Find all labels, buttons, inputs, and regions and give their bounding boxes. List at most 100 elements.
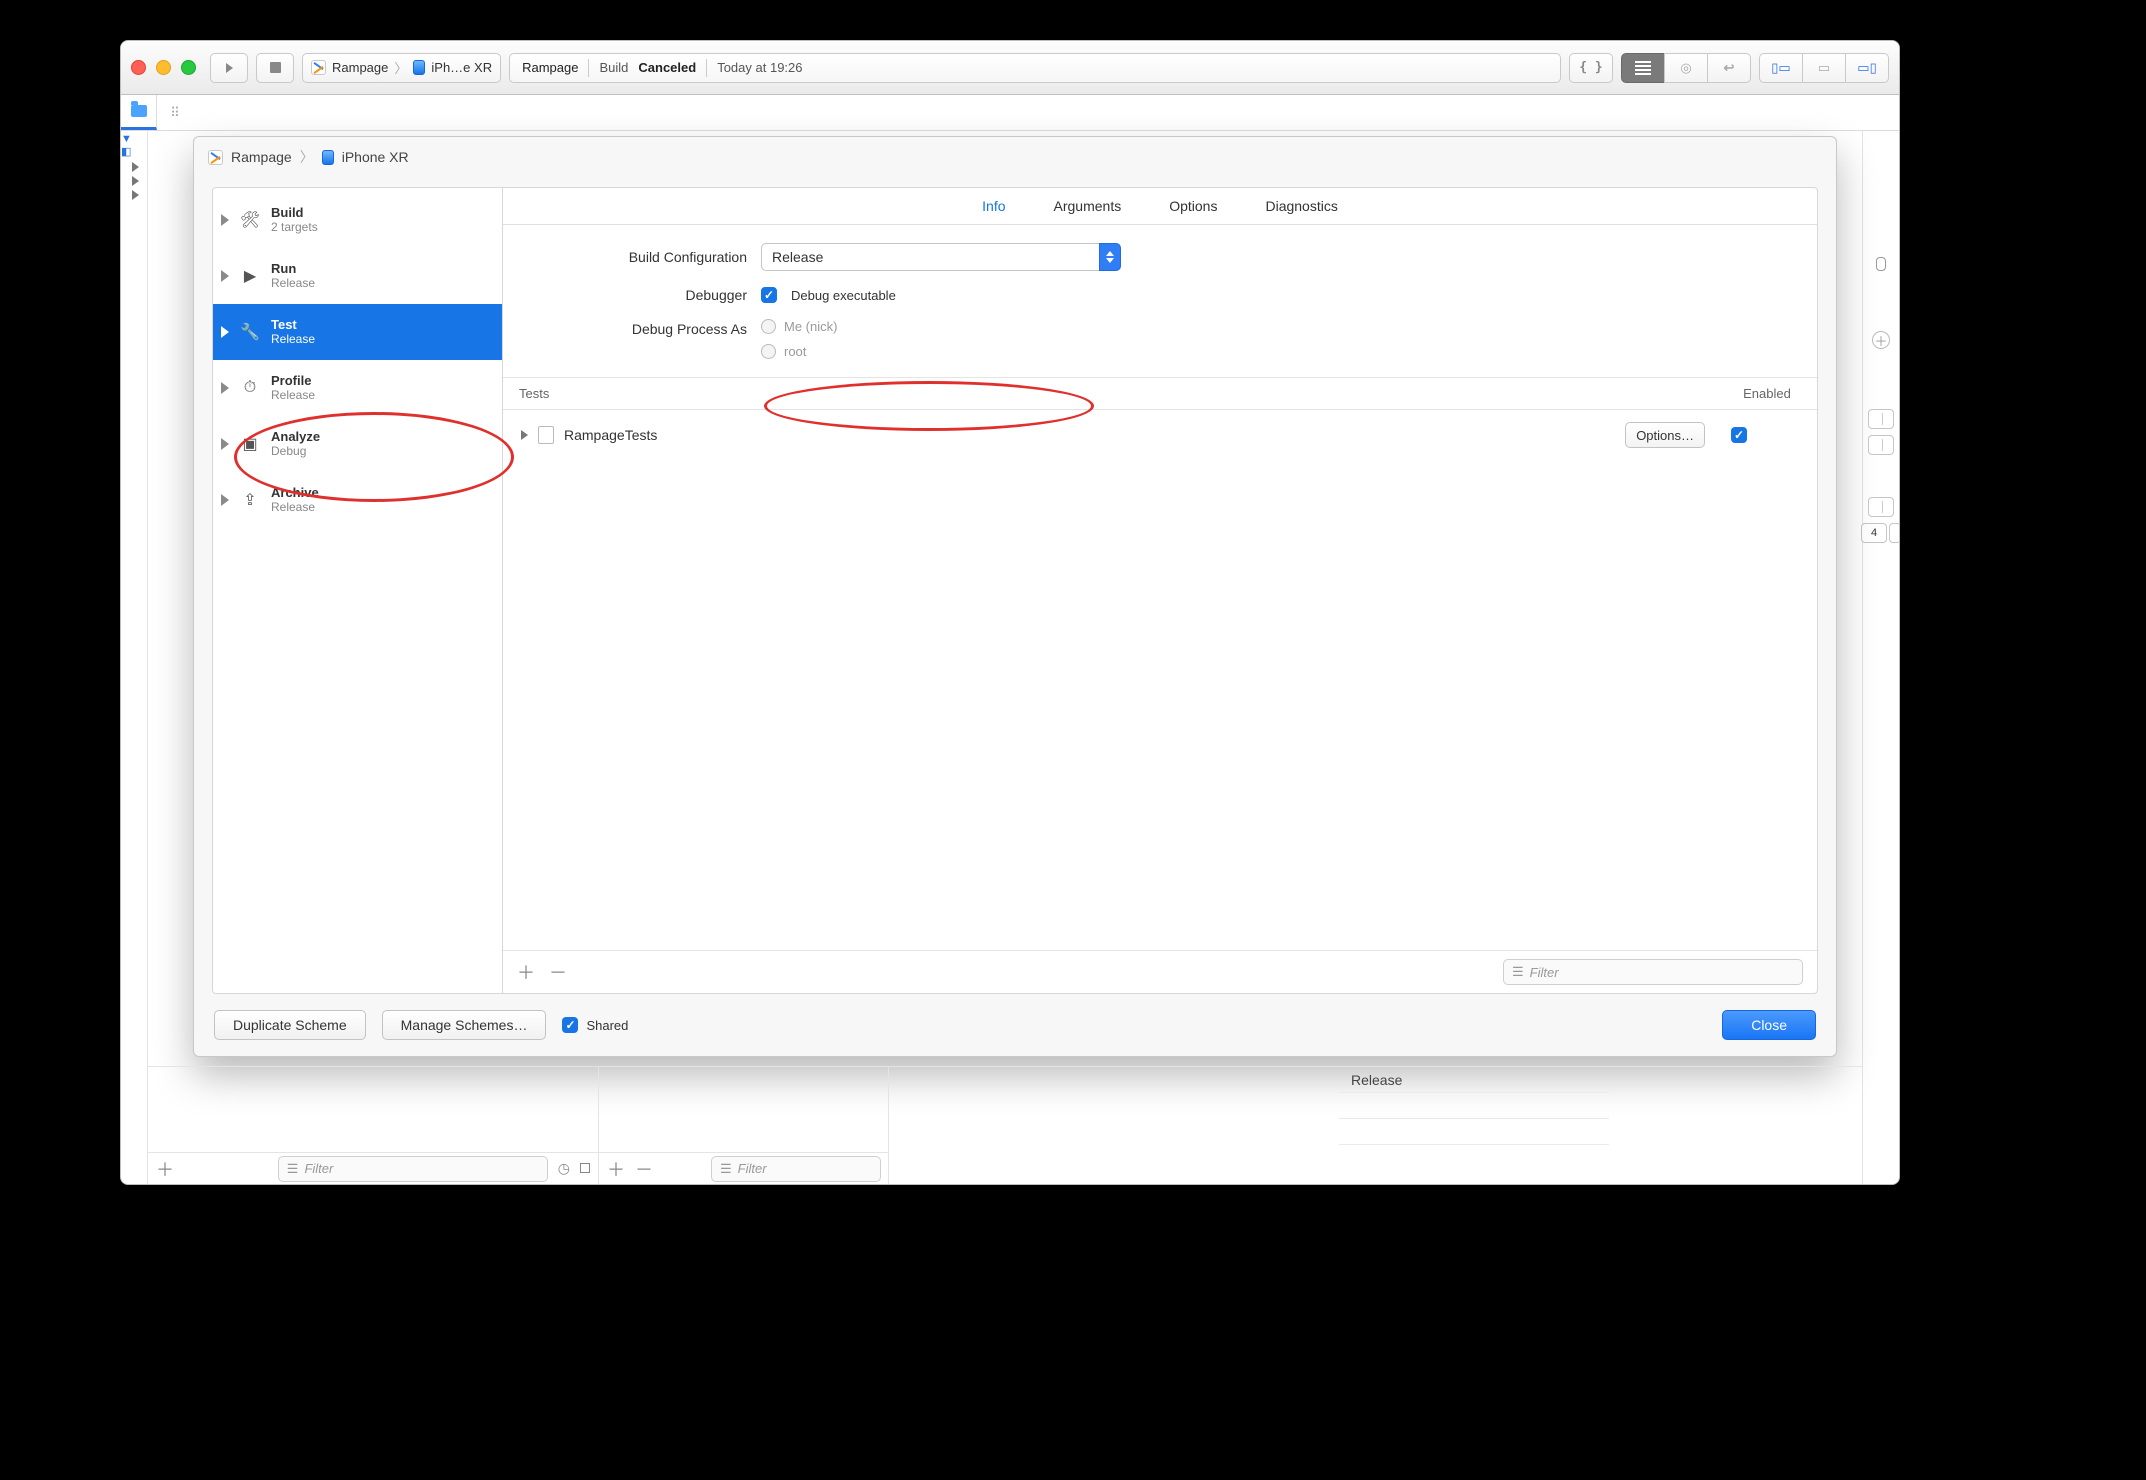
test-options-button[interactable]: Options…	[1625, 422, 1705, 448]
status-action: Canceled	[638, 60, 696, 75]
navigator-tab-bar: ⠿	[121, 95, 1899, 131]
disclosure-icon[interactable]	[132, 162, 139, 172]
inspector-combo[interactable]	[1868, 435, 1894, 455]
manage-schemes-button[interactable]: Manage Schemes…	[382, 1010, 547, 1040]
disclosure-project-icon[interactable]: ▼ ◧	[121, 133, 143, 158]
test-enabled-checkbox[interactable]	[1731, 427, 1747, 443]
add-test-button[interactable]: ＋	[517, 959, 535, 985]
panel-toggles[interactable]: ▯▭ ▭ ▭▯	[1759, 53, 1889, 83]
add-button[interactable]: ＋	[156, 1156, 174, 1182]
scheme-detail-panel: Info Arguments Options Diagnostics Build…	[503, 188, 1817, 993]
code-snippets-button[interactable]: { }	[1569, 53, 1613, 83]
add-button[interactable]: ＋	[607, 1156, 625, 1182]
navigator-footer: ＋ ☰ Filter ◷	[148, 1152, 598, 1184]
scm-filter-button[interactable]	[580, 1161, 590, 1176]
toolbar: Rampage 〉 iPh…e XR Rampage Build Cancele…	[121, 41, 1899, 95]
targets-footer: ＋ － ☰ Filter	[599, 1152, 889, 1184]
window-close-button[interactable]	[131, 60, 146, 75]
action-profile[interactable]: ⏱︎ ProfileRelease	[213, 360, 502, 416]
label-debugger: Debugger	[527, 287, 747, 303]
version-editor-button[interactable]: ↩︎	[1707, 53, 1751, 83]
xcode-window: Rampage 〉 iPh…e XR Rampage Build Cancele…	[120, 40, 1900, 1185]
file-inspector-icon[interactable]	[1876, 257, 1886, 271]
window-minimize-button[interactable]	[156, 60, 171, 75]
filter-icon: ☰	[287, 1161, 299, 1177]
device-icon	[413, 60, 425, 75]
test-target-name: RampageTests	[564, 427, 657, 443]
scheme-name: Rampage	[332, 60, 388, 75]
enabled-header: Enabled	[1733, 386, 1801, 401]
crumb-project: Rampage	[231, 149, 292, 165]
toggle-inspectors-button[interactable]: ▭▯	[1845, 53, 1889, 83]
destination-name: iPh…e XR	[431, 60, 492, 75]
tests-header: Tests	[519, 386, 549, 401]
chevrons-updown-icon	[1099, 243, 1121, 271]
editor-below-area: ＋ － ☰ Filter Release	[148, 1066, 1862, 1184]
inspector-combo[interactable]	[1868, 409, 1894, 429]
test-target-row[interactable]: RampageTests Options…	[503, 410, 1817, 460]
chevron-right-icon[interactable]	[521, 430, 528, 440]
shared-checkbox[interactable]	[562, 1017, 578, 1033]
duplicate-scheme-button[interactable]: Duplicate Scheme	[214, 1010, 366, 1040]
filter-icon: ☰	[720, 1161, 732, 1177]
bundle-icon	[538, 426, 554, 444]
remove-test-button[interactable]: －	[549, 959, 567, 985]
filter-icon: ☰	[1512, 964, 1524, 980]
remove-button[interactable]: －	[635, 1156, 653, 1182]
inspector-panel: ＋ 4	[1862, 131, 1899, 1184]
detail-tabbar: Info Arguments Options Diagnostics	[503, 188, 1817, 225]
inspector-combo[interactable]	[1868, 497, 1894, 517]
action-build[interactable]: 🛠︎ Build2 targets	[213, 192, 502, 248]
stop-button[interactable]	[256, 53, 294, 83]
xcode-project-icon	[311, 60, 326, 75]
analyze-icon: ▣	[239, 434, 261, 454]
assistant-editor-button[interactable]: ◎	[1664, 53, 1708, 83]
debug-executable-label: Debug executable	[791, 288, 896, 303]
disclosure-icon[interactable]	[132, 190, 139, 200]
tests-filter-field[interactable]: ☰ Filter	[1503, 959, 1803, 985]
action-run[interactable]: ▶︎ RunRelease	[213, 248, 502, 304]
action-analyze[interactable]: ▣ AnalyzeDebug	[213, 416, 502, 472]
navigator-filter-field[interactable]: ☰ Filter	[278, 1156, 548, 1182]
editor-mode-segmented[interactable]: ◎ ↩︎	[1621, 53, 1751, 83]
standard-editor-button[interactable]	[1621, 53, 1665, 83]
scheme-action-list: 🛠︎ Build2 targets ▶︎ RunRelease 🔧 TestRe…	[213, 188, 503, 993]
crumb-device: iPhone XR	[342, 149, 409, 165]
status-prefix: Build	[599, 60, 628, 75]
other-navigator-tab[interactable]: ⠿	[157, 95, 193, 130]
project-navigator[interactable]: ▼ ◧	[121, 131, 148, 1184]
play-icon: ▶︎	[239, 266, 261, 286]
close-button[interactable]: Close	[1722, 1010, 1816, 1040]
add-library-button[interactable]: ＋	[1872, 331, 1890, 349]
xcode-project-icon	[208, 150, 223, 165]
action-test[interactable]: 🔧 TestRelease	[213, 304, 502, 360]
device-icon	[322, 150, 334, 165]
inspector-value[interactable]: 4	[1861, 523, 1887, 543]
stepper-icon[interactable]	[1889, 523, 1900, 543]
project-navigator-tab[interactable]	[121, 95, 157, 130]
gauge-icon: ⏱︎	[239, 379, 261, 397]
toggle-navigator-button[interactable]: ▯▭	[1759, 53, 1803, 83]
build-config-value: Release	[772, 249, 823, 265]
window-zoom-button[interactable]	[181, 60, 196, 75]
toggle-debug-button[interactable]: ▭	[1802, 53, 1846, 83]
action-archive[interactable]: ⇪ ArchiveRelease	[213, 472, 502, 528]
tab-diagnostics[interactable]: Diagnostics	[1265, 198, 1337, 214]
scheme-selector[interactable]: Rampage 〉 iPh…e XR	[302, 53, 501, 83]
scheme-breadcrumb[interactable]: Rampage 〉 iPhone XR	[194, 137, 1836, 177]
build-config-select[interactable]: Release	[761, 243, 1121, 271]
status-project: Rampage	[522, 60, 578, 75]
debug-as-root-radio	[761, 344, 776, 359]
targets-filter-field[interactable]: ☰ Filter	[711, 1156, 881, 1182]
wrench-icon: 🔧	[239, 322, 261, 342]
debug-executable-checkbox[interactable]	[761, 287, 777, 303]
hammer-icon: 🛠︎	[239, 210, 261, 230]
status-time: Today at 19:26	[717, 60, 802, 75]
config-release-row[interactable]: Release	[1339, 1067, 1609, 1093]
tab-info[interactable]: Info	[982, 198, 1005, 214]
tab-options[interactable]: Options	[1169, 198, 1217, 214]
disclosure-icon[interactable]	[132, 176, 139, 186]
tab-arguments[interactable]: Arguments	[1054, 198, 1122, 214]
recent-filter-button[interactable]: ◷	[558, 1160, 570, 1177]
run-button[interactable]	[210, 53, 248, 83]
